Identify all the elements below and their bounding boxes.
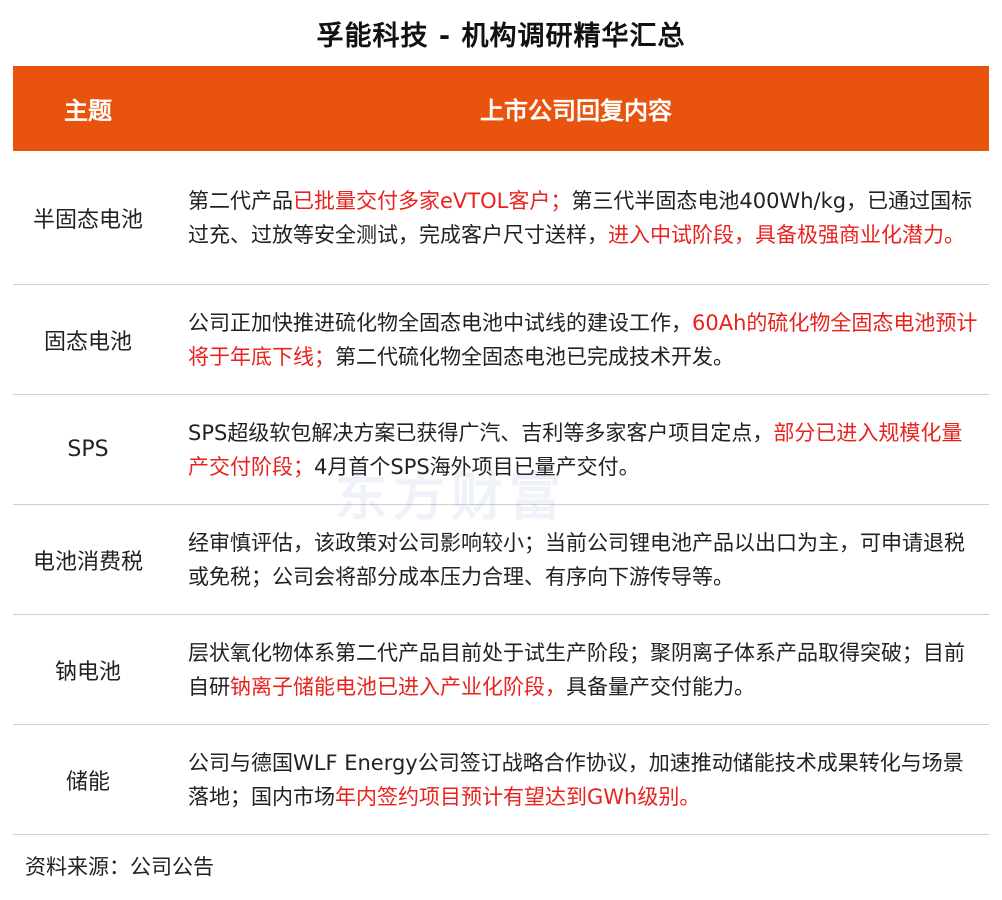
body-text: 第二代硫化物全固态电池已完成技术开发。: [335, 344, 734, 369]
row-topic: 钠电池: [54, 659, 121, 685]
body-text: 第二代产品: [188, 188, 293, 213]
row-content: SPS超级软包解决方案已获得广汽、吉利等多家客户项目定点，部分已进入规模化量产交…: [163, 416, 989, 484]
source-note: 资料来源：公司公告: [25, 855, 214, 879]
body-text: 经审慎评估，该政策对公司影响较小；当前公司锂电池产品以出口为主，可申请退税或免税…: [188, 530, 965, 589]
table-row: 固态电池 公司正加快推进硫化物全固态电池中试线的建设工作，60Ah的硫化物全固态电…: [13, 285, 989, 395]
body-text: 公司正加快推进硫化物全固态电池中试线的建设工作，: [188, 310, 692, 335]
table-row: SPS SPS超级软包解决方案已获得广汽、吉利等多家客户项目定点，部分已进入规模化…: [13, 395, 989, 505]
row-content: 层状氧化物体系第二代产品目前处于试生产阶段；聚阴离子体系产品取得突破；目前自研钠…: [163, 636, 989, 704]
row-topic: 半固态电池: [32, 207, 143, 233]
row-content: 第二代产品已批量交付多家eVTOL客户；第三代半固态电池400Wh/kg，已通过…: [163, 184, 989, 252]
highlight-text: 已批量交付多家eVTOL客户；: [293, 188, 572, 213]
body-text: 具备量产交付能力。: [566, 674, 755, 699]
page-title: 孚能科技 - 机构调研精华汇总: [316, 21, 686, 52]
table-row: 半固态电池 第二代产品已批量交付多家eVTOL客户；第三代半固态电池400Wh/k…: [13, 151, 989, 285]
row-topic: 固态电池: [43, 329, 132, 355]
table-row: 电池消费税 经审慎评估，该政策对公司影响较小；当前公司锂电池产品以出口为主，可申请…: [13, 505, 989, 615]
table-row: 储能 公司与德国WLF Energy公司签订战略合作协议，加速推动储能技术成果转化…: [13, 725, 989, 835]
table-body: 半固态电池 第二代产品已批量交付多家eVTOL客户；第三代半固态电池400Wh/k…: [13, 151, 989, 835]
highlight-text: 钠离子储能电池已进入产业化阶段，: [230, 674, 566, 699]
summary-table: 主题 上市公司回复内容 半固态电池 第二代产品已批量交付多家eVTOL客户；第三代…: [13, 66, 989, 835]
highlight-text: 进入中试阶段，具备极强商业化潜力。: [608, 222, 965, 247]
table-row: 钠电池 层状氧化物体系第二代产品目前处于试生产阶段；聚阴离子体系产品取得突破；目前…: [13, 615, 989, 725]
header-topic: 主题: [64, 97, 112, 125]
highlight-text: 年内签约项目预计有望达到GWh级别。: [335, 784, 701, 809]
body-text: SPS超级软包解决方案已获得广汽、吉利等多家客户项目定点，: [188, 420, 774, 445]
row-content: 公司正加快推进硫化物全固态电池中试线的建设工作，60Ah的硫化物全固态电池预计将…: [163, 306, 989, 374]
row-topic: 储能: [65, 769, 110, 795]
table-header: 主题 上市公司回复内容: [13, 66, 989, 151]
body-text: 4月首个SPS海外项目已量产交付。: [314, 454, 640, 479]
row-content: 经审慎评估，该政策对公司影响较小；当前公司锂电池产品以出口为主，可申请退税或免税…: [163, 526, 989, 594]
row-content: 公司与德国WLF Energy公司签订战略合作协议，加速推动储能技术成果转化与场…: [163, 746, 989, 814]
row-topic: 电池消费税: [32, 549, 143, 575]
header-content: 上市公司回复内容: [480, 97, 672, 125]
row-topic: SPS: [67, 437, 109, 462]
